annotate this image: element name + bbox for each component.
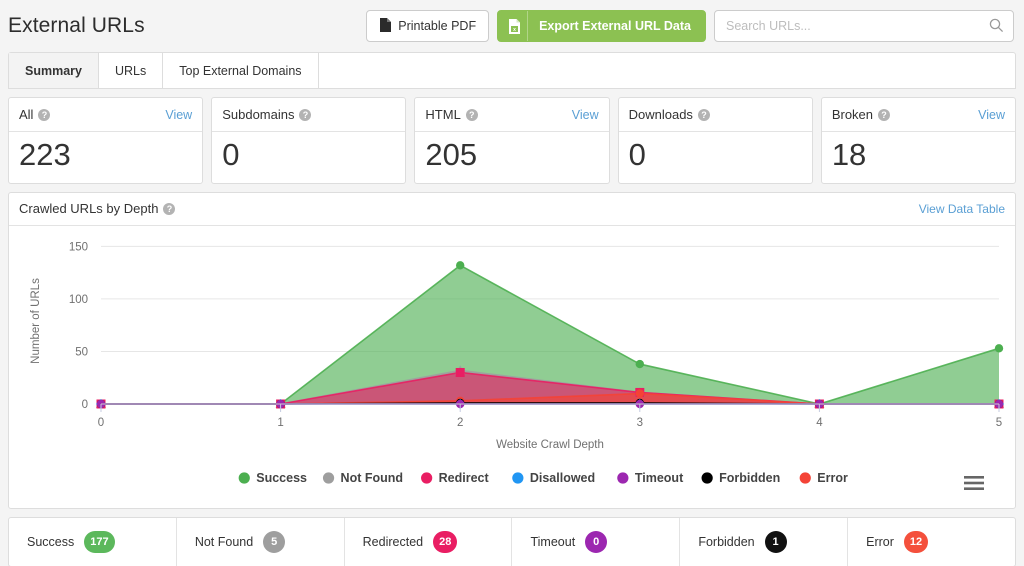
stat-card-header: All ? View: [9, 98, 203, 132]
tab-top-external-domains[interactable]: Top External Domains: [163, 53, 319, 88]
status-badge: 1: [764, 530, 787, 553]
top-bar: External URLs Printable PDF x Export Ext…: [0, 0, 1024, 52]
status-badge: 28: [433, 530, 458, 553]
stat-card-header: Broken ? View: [821, 98, 1016, 132]
svg-text:Disallowed: Disallowed: [530, 471, 595, 485]
svg-text:4: 4: [816, 417, 823, 429]
status-cell-success[interactable]: Success 177: [9, 517, 177, 566]
crawled-urls-chart[interactable]: 0 50 100 150 Number of URLs 0 1 2 3 4 5 Website Cra…: [9, 226, 1015, 508]
svg-text:100: 100: [69, 294, 88, 306]
svg-text:Redirect: Redirect: [439, 471, 490, 485]
status-cell-timeout[interactable]: Timeout 0: [512, 517, 681, 566]
status-badge: 12: [903, 530, 929, 553]
status-label: Success: [27, 534, 75, 549]
svg-text:Website Crawl Depth: Website Crawl Depth: [496, 439, 604, 451]
svg-text:5: 5: [996, 417, 1002, 429]
svg-text:Error: Error: [817, 471, 848, 485]
svg-text:150: 150: [69, 241, 88, 253]
stat-card-value: 223: [19, 137, 71, 172]
stat-card-header: Subdomains ?: [212, 98, 406, 132]
svg-text:Forbidden: Forbidden: [719, 471, 780, 485]
view-data-table-link[interactable]: View Data Table: [919, 202, 1005, 216]
stat-card-label: HTML: [425, 107, 461, 122]
stat-cards: All ? View 223 Subdomains ? 0 HTML ? Vie…: [0, 89, 1024, 192]
status-cell-not-found[interactable]: Not Found 5: [177, 517, 345, 566]
stat-card-header: HTML ? View: [415, 98, 609, 132]
status-cell-redirected[interactable]: Redirected 28: [345, 517, 513, 566]
status-cell-error[interactable]: Error 12: [848, 518, 1015, 566]
chart-area: 0 50 100 150 Number of URLs 0 1 2 3 4 5 Website Cra…: [9, 226, 1015, 508]
stat-card-downloads: Downloads ? 0: [617, 97, 813, 184]
status-badge: 0: [585, 530, 608, 553]
panel-title: Crawled URLs by Depth: [19, 201, 159, 217]
tab-urls[interactable]: URLs: [98, 53, 164, 88]
svg-text:1: 1: [277, 417, 283, 429]
help-icon[interactable]: ?: [299, 108, 312, 121]
stat-card-label: Broken: [831, 107, 874, 122]
stat-card-header: Downloads ?: [618, 98, 812, 132]
help-icon[interactable]: ?: [878, 108, 891, 121]
status-label: Timeout: [530, 534, 576, 549]
stat-card-label: Downloads: [628, 107, 693, 122]
stat-card-broken: Broken ? View 18: [820, 97, 1017, 184]
stat-card-value: 0: [222, 137, 240, 172]
search-container: [714, 10, 1014, 42]
svg-text:0: 0: [82, 399, 88, 411]
stat-card-subdomains: Subdomains ? 0: [211, 97, 407, 184]
stat-card-all: All ? View 223: [8, 97, 204, 184]
svg-text:x: x: [513, 27, 516, 33]
page-title: External URLs: [8, 14, 145, 37]
panel-header: Crawled URLs by Depth ? View Data Table: [9, 193, 1015, 226]
help-icon[interactable]: ?: [465, 108, 478, 121]
search-input[interactable]: [714, 10, 1014, 42]
svg-text:50: 50: [75, 346, 88, 358]
tab-summary[interactable]: Summary: [9, 53, 99, 88]
view-link[interactable]: View: [572, 108, 599, 122]
view-link[interactable]: View: [978, 108, 1005, 122]
view-link[interactable]: View: [165, 108, 192, 122]
pdf-document-icon: [379, 17, 392, 35]
status-badge: 5: [263, 530, 286, 553]
stat-card-value: 0: [628, 137, 646, 172]
status-label: Redirected: [362, 534, 424, 549]
stat-card-value: 205: [425, 137, 478, 172]
stat-card-label: Subdomains: [222, 107, 295, 122]
crawled-urls-by-depth-panel: Crawled URLs by Depth ? View Data Table …: [8, 191, 1016, 509]
printable-pdf-button[interactable]: Printable PDF: [366, 10, 490, 42]
tab-bar: Summary URLs Top External Domains: [8, 52, 1016, 89]
status-summary-bar: Success 177 Not Found 5 Redirected 28 Ti…: [8, 516, 1016, 566]
stat-card-html: HTML ? View 205: [414, 97, 610, 184]
stat-card-value: 18: [831, 137, 867, 172]
stat-card-label: All: [19, 107, 34, 122]
excel-file-icon: x: [502, 11, 529, 41]
status-label: Error: [866, 534, 894, 549]
svg-text:3: 3: [637, 417, 643, 429]
status-label: Not Found: [194, 534, 254, 549]
svg-text:Timeout: Timeout: [635, 471, 684, 485]
status-badge: 177: [84, 530, 115, 553]
svg-text:Success: Success: [256, 471, 307, 485]
help-icon[interactable]: ?: [697, 108, 710, 121]
printable-pdf-label: Printable PDF: [398, 19, 477, 33]
svg-text:Not Found: Not Found: [341, 471, 403, 485]
export-label: Export External URL Data: [539, 19, 691, 33]
export-external-url-data-button[interactable]: x Export External URL Data: [497, 10, 706, 42]
status-label: Forbidden: [698, 534, 755, 549]
svg-text:0: 0: [98, 417, 104, 429]
svg-text:Number of URLs: Number of URLs: [30, 278, 42, 364]
hamburger-menu-icon[interactable]: [963, 475, 985, 496]
status-cell-forbidden[interactable]: Forbidden 1: [680, 517, 849, 566]
help-icon[interactable]: ?: [38, 108, 51, 121]
svg-text:2: 2: [457, 417, 463, 429]
help-icon[interactable]: ?: [163, 202, 176, 215]
top-actions: Printable PDF x Export External URL Data: [366, 10, 1014, 42]
